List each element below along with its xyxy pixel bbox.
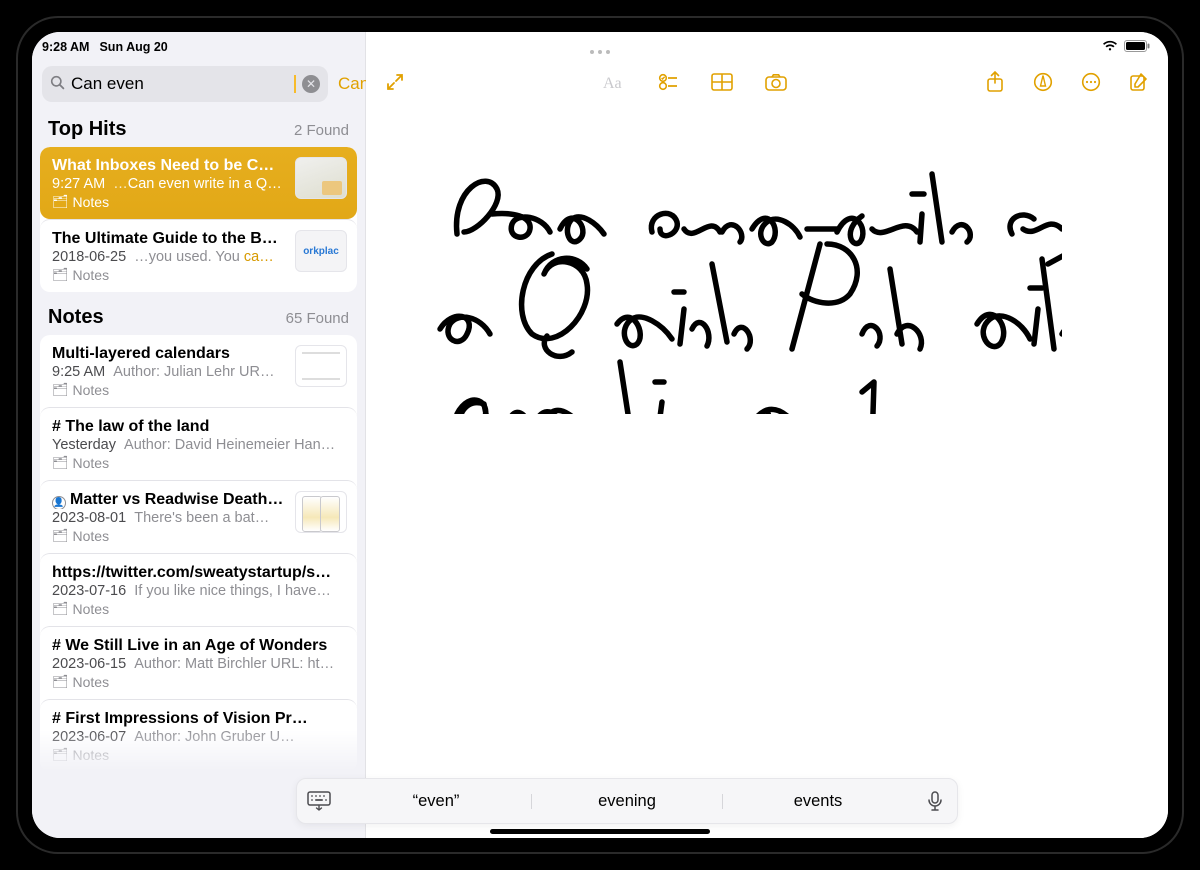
folder-icon: 🗂 — [52, 267, 69, 283]
wifi-icon — [1102, 40, 1118, 55]
note-excerpt: 2023-07-16 If you like nice things, I ha… — [52, 583, 347, 599]
section-count: 65 Found — [286, 310, 349, 327]
folder-icon: 🗂 — [52, 601, 69, 617]
note-title: The Ultimate Guide to the B… — [52, 230, 287, 248]
note-title: https://twitter.com/sweatystartup/s… — [52, 564, 347, 582]
note-excerpt: 2018-06-25 …you used. You ca… — [52, 249, 287, 265]
note-excerpt: 2023-06-07 Author: John Gruber U… — [52, 729, 347, 745]
status-date: Sun Aug 20 — [99, 40, 167, 54]
note-item[interactable]: # The law of the land Yesterday Author: … — [40, 407, 357, 480]
screen: 9:28 AM Sun Aug 20 — [32, 32, 1168, 838]
clear-search-button[interactable]: ✕ — [302, 75, 320, 93]
folder-icon: 🗂 — [52, 382, 69, 398]
note-item[interactable]: https://twitter.com/sweatystartup/s… 202… — [40, 553, 357, 626]
table-icon[interactable] — [711, 71, 733, 93]
note-canvas[interactable]: Aa Can even write in a Quick Note with a… — [366, 32, 1168, 838]
folder-icon: 🗂 — [52, 747, 69, 763]
note-item[interactable]: # First Impressions of Vision Pr… 2023-0… — [40, 699, 357, 772]
section-top-hits: Top Hits 2 Found — [32, 110, 365, 147]
shared-icon: 👤 — [52, 496, 66, 510]
suggestion[interactable]: “even” — [341, 786, 531, 817]
note-item[interactable]: The Ultimate Guide to the B… 2018-06-25 … — [40, 219, 357, 292]
folder-icon: 🗂 — [52, 528, 69, 544]
note-item[interactable]: # We Still Live in an Age of Wonders 202… — [40, 626, 357, 699]
note-item[interactable]: What Inboxes Need to be C… 9:27 AM …Can … — [40, 147, 357, 219]
note-title: # First Impressions of Vision Pr… — [52, 710, 347, 728]
compose-icon[interactable] — [1128, 71, 1150, 93]
folder-icon: 🗂 — [52, 194, 69, 210]
suggestion[interactable]: evening — [532, 786, 722, 817]
note-thumbnail: orkplac — [295, 230, 347, 272]
status-time: 9:28 AM — [42, 40, 89, 54]
note-folder: 🗂Notes — [52, 382, 287, 398]
predictive-bar: “even” evening events — [296, 778, 958, 824]
toolbar: Aa — [366, 60, 1168, 104]
search-field[interactable]: ✕ — [42, 66, 328, 102]
search-icon — [50, 75, 65, 94]
folder-icon: 🗂 — [52, 455, 69, 471]
svg-text:Aa: Aa — [603, 75, 622, 92]
note-folder: 🗂Notes — [52, 674, 347, 690]
note-thumbnail — [295, 345, 347, 387]
multitask-dots[interactable] — [590, 50, 610, 54]
markup-icon[interactable] — [1032, 71, 1054, 93]
note-folder: 🗂Notes — [52, 601, 347, 617]
note-thumbnail — [295, 491, 347, 533]
note-folder: 🗂Notes — [52, 747, 347, 763]
note-excerpt: 2023-08-01 There's been a bat… — [52, 510, 287, 526]
note-excerpt: 9:27 AM …Can even write in a Q… — [52, 176, 287, 192]
note-thumbnail — [295, 157, 347, 199]
folder-icon: 🗂 — [52, 674, 69, 690]
note-excerpt: 2023-06-15 Author: Matt Birchler URL: ht… — [52, 656, 347, 672]
status-bar: 9:28 AM Sun Aug 20 — [32, 36, 1168, 58]
note-excerpt: 9:25 AM Author: Julian Lehr UR… — [52, 364, 287, 380]
section-count: 2 Found — [294, 122, 349, 139]
search-input[interactable] — [71, 74, 292, 94]
camera-icon[interactable] — [765, 71, 787, 93]
expand-icon[interactable] — [384, 71, 406, 93]
note-item[interactable]: 👤Matter vs Readwise Death… 2023-08-01 Th… — [40, 480, 357, 553]
text-caret — [294, 75, 296, 93]
note-item[interactable]: Multi-layered calendars 9:25 AM Author: … — [40, 335, 357, 407]
note-title: 👤Matter vs Readwise Death… — [52, 491, 287, 509]
sidebar: ✕ Cancel Top Hits 2 Found What Inboxes N… — [32, 32, 366, 838]
section-title: Notes — [48, 306, 104, 329]
dictation-icon[interactable] — [913, 791, 957, 811]
format-icon[interactable]: Aa — [603, 71, 625, 93]
checklist-icon[interactable] — [657, 71, 679, 93]
keyboard-icon[interactable] — [297, 791, 341, 811]
section-title: Top Hits — [48, 118, 127, 141]
battery-icon — [1124, 40, 1150, 55]
handwriting: Can even write in a Quick Note with a fo… — [422, 134, 1062, 414]
note-title: # We Still Live in an Age of Wonders — [52, 637, 347, 655]
note-folder: 🗂Notes — [52, 267, 287, 283]
suggestion[interactable]: events — [723, 786, 913, 817]
note-folder: 🗂Notes — [52, 528, 287, 544]
note-folder: 🗂Notes — [52, 455, 347, 471]
ipad-frame: 9:28 AM Sun Aug 20 — [16, 16, 1184, 854]
note-title: # The law of the land — [52, 418, 347, 436]
note-title: Multi-layered calendars — [52, 345, 287, 363]
section-notes: Notes 65 Found — [32, 298, 365, 335]
note-folder: 🗂Notes — [52, 194, 287, 210]
note-excerpt: Yesterday Author: David Heinemeier Han… — [52, 437, 347, 453]
share-icon[interactable] — [984, 71, 1006, 93]
note-title: What Inboxes Need to be C… — [52, 157, 287, 175]
home-indicator[interactable] — [490, 829, 710, 834]
more-icon[interactable] — [1080, 71, 1102, 93]
